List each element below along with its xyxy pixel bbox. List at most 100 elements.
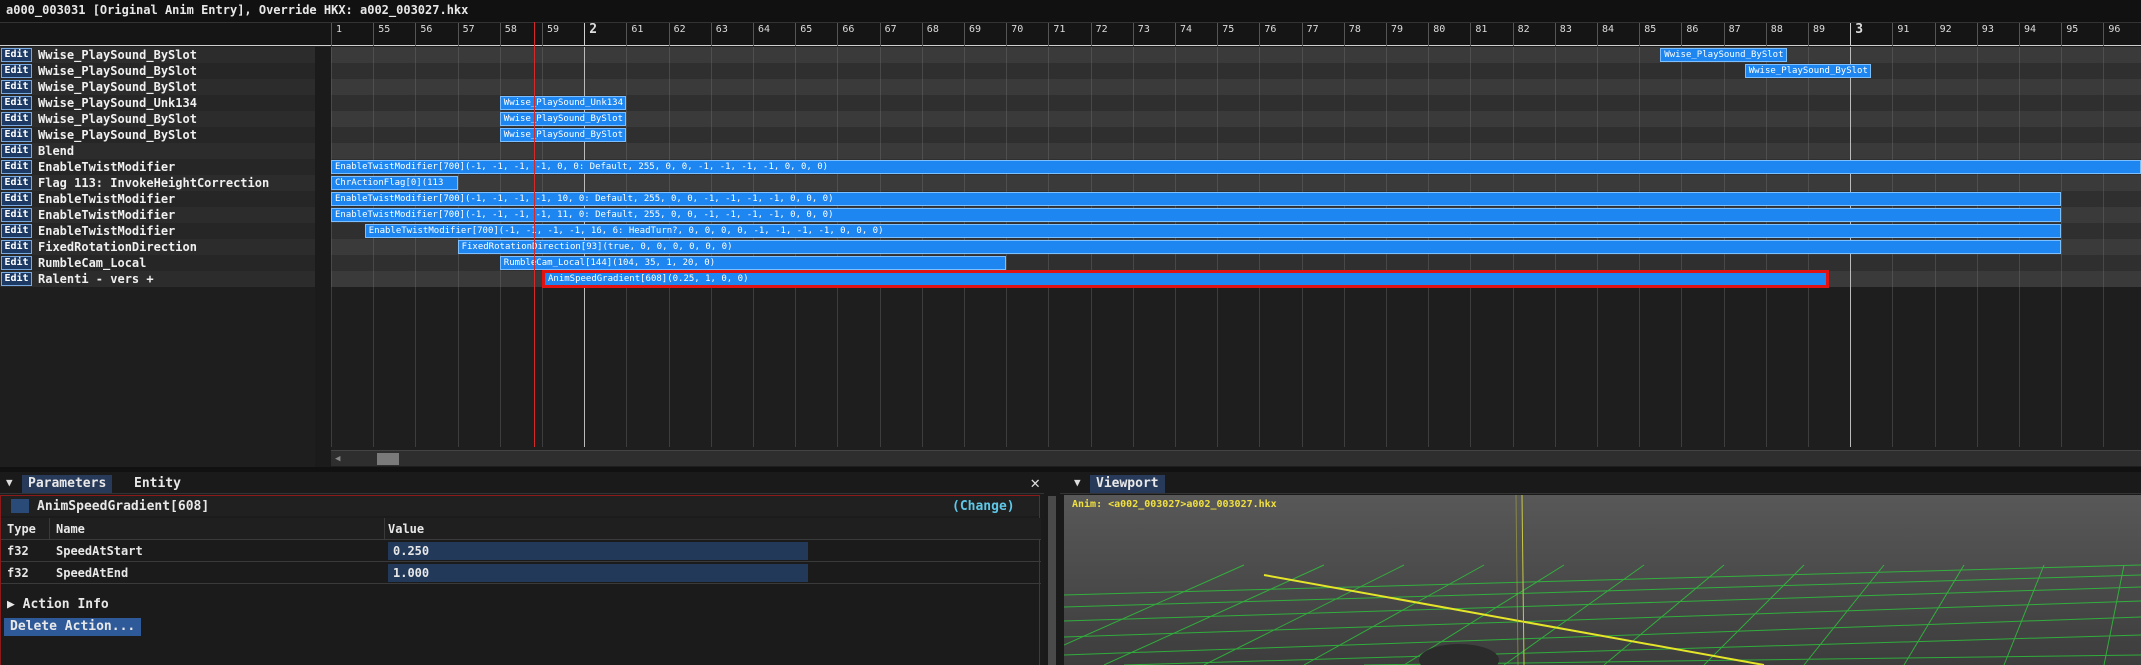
edit-track-button[interactable]: Edit	[1, 112, 32, 126]
viewport-3d-canvas[interactable]: Anim: <a002_003027>a002_003027.hkx	[1064, 495, 2141, 665]
window-title: a000_003031 [Original Anim Entry], Overr…	[0, 0, 2141, 22]
panel-vertical-scrollbar[interactable]	[1044, 472, 1060, 665]
timeline-event[interactable]: FixedRotationDirection[93](true, 0, 0, 0…	[457, 240, 2062, 254]
change-action-link[interactable]: (Change)	[952, 499, 1015, 514]
playhead[interactable]	[534, 22, 535, 447]
track-label: Wwise_PlaySound_Unk134	[38, 96, 197, 110]
timeline-horizontal-scrollbar[interactable]: ◀	[331, 450, 2141, 466]
track-label: EnableTwistModifier	[38, 224, 176, 238]
edit-track-button[interactable]: Edit	[1, 256, 32, 270]
ruler-tick: 76	[1259, 23, 1276, 46]
track-label: EnableTwistModifier	[38, 208, 176, 222]
track-lane[interactable]	[331, 47, 2141, 63]
ruler-tick: 61	[626, 23, 643, 46]
edit-track-button[interactable]: Edit	[1, 64, 32, 78]
ruler-tick: 86	[1681, 23, 1698, 46]
ruler-tick: 63	[710, 23, 728, 46]
param-name: SpeedAtEnd	[56, 566, 129, 580]
parameters-tabbar: ▼ Parameters Entity ✕	[0, 472, 1044, 494]
parameter-row: f32 SpeedAtStart 0.250	[1, 540, 1041, 562]
track-label: Wwise_PlaySound_BySlot	[38, 80, 197, 94]
viewport-panel: ▼ Viewport Anim: <a002_003027>a002_00302…	[1060, 472, 2141, 665]
collapse-triangle-icon[interactable]: ▼	[1074, 476, 1081, 489]
timeline-event[interactable]: Wwise_PlaySound_BySlot	[1660, 48, 1787, 62]
timeline-event[interactable]: EnableTwistModifier[700](-1, -1, -1, -1,…	[331, 208, 2062, 222]
ruler-tick: 2	[584, 23, 597, 46]
timeline-event[interactable]: Wwise_PlaySound_BySlot	[499, 112, 627, 126]
edit-track-button[interactable]: Edit	[1, 48, 32, 62]
scroll-thumb[interactable]	[1048, 496, 1056, 665]
column-header-value: Value	[388, 522, 425, 536]
param-value-input[interactable]: 0.250	[388, 542, 808, 560]
edit-track-button[interactable]: Edit	[1, 192, 32, 206]
edit-track-button[interactable]: Edit	[1, 224, 32, 238]
timeline-event[interactable]: ChrActionFlag[0](113	[331, 176, 458, 190]
timeline-event[interactable]: Wwise_PlaySound_Unk134	[499, 96, 627, 110]
ruler-tick: 96	[2103, 23, 2120, 46]
ruler-tick: 80	[1428, 23, 1445, 46]
ruler-tick: 72	[1090, 23, 1108, 46]
ruler-tick: 70	[1006, 23, 1023, 46]
app-window: { "window": {"title": "a000_003031 [Orig…	[0, 0, 2141, 665]
ruler-tick: 68	[921, 23, 939, 46]
action-info-expander[interactable]: ▶ Action Info	[7, 597, 109, 612]
ruler-tick: 93	[1976, 23, 1994, 46]
ruler-tick: 82	[1512, 23, 1530, 46]
ruler-tick: 55	[373, 23, 390, 46]
ruler-tick: 57	[457, 23, 475, 46]
param-name: SpeedAtStart	[56, 544, 143, 558]
edit-track-button[interactable]: Edit	[1, 208, 32, 222]
ruler-tick: 94	[2019, 23, 2036, 46]
ruler-tick: 58	[499, 23, 517, 46]
scroll-thumb[interactable]	[377, 453, 399, 465]
ruler-tick: 88	[1765, 23, 1783, 46]
action-name: AnimSpeedGradient[608]	[37, 499, 210, 514]
selected-timeline-event[interactable]: AnimSpeedGradient[608](0.25, 1, 0, 0)	[542, 270, 1830, 288]
edit-track-button[interactable]: Edit	[1, 176, 32, 190]
timeline-event[interactable]: EnableTwistModifier[700](-1, -1, -1, -1,…	[331, 192, 2062, 206]
timeline-event[interactable]: Wwise_PlaySound_BySlot	[1744, 64, 1872, 78]
tab-viewport[interactable]: Viewport	[1090, 475, 1165, 493]
delete-action-button[interactable]: Delete Action...	[4, 618, 142, 636]
track-lane[interactable]	[331, 143, 2141, 159]
timeline-event[interactable]: RumbleCam_Local[144](104, 35, 1, 20, 0)	[499, 256, 1007, 270]
edit-track-button[interactable]: Edit	[1, 272, 32, 286]
column-header-type: Type	[7, 522, 36, 536]
ruler-tick: 64	[753, 23, 770, 46]
edit-track-button[interactable]: Edit	[1, 80, 32, 94]
anim-label: Anim: <a002_003027>a002_003027.hkx	[1072, 499, 1277, 510]
param-value-input[interactable]: 1.000	[388, 564, 808, 582]
edit-track-button[interactable]: Edit	[1, 160, 32, 174]
edit-track-button[interactable]: Edit	[1, 240, 32, 254]
edit-track-button[interactable]: Edit	[1, 96, 32, 110]
ruler-tick: 74	[1175, 23, 1192, 46]
column-divider[interactable]	[49, 518, 50, 540]
track-label: EnableTwistModifier	[38, 192, 176, 206]
timeline-event[interactable]: Wwise_PlaySound_BySlot	[499, 128, 627, 142]
param-type: f32	[7, 566, 29, 580]
edit-track-button[interactable]: Edit	[1, 128, 32, 142]
ruler-tick: 71	[1048, 23, 1065, 46]
ruler-tick: 92	[1934, 23, 1952, 46]
track-lane[interactable]	[331, 175, 2141, 191]
ruler-tick: 56	[415, 23, 432, 46]
track-label: RumbleCam_Local	[38, 256, 147, 270]
ruler-tick: 83	[1554, 23, 1572, 46]
ruler-tick: 65	[795, 23, 812, 46]
column-divider[interactable]	[384, 518, 385, 540]
timeline-event[interactable]: EnableTwistModifier[700](-1, -1, -1, -1,…	[364, 224, 2062, 238]
ruler-tick: 79	[1386, 23, 1403, 46]
track-label: Wwise_PlaySound_BySlot	[38, 112, 197, 126]
timeline-event[interactable]: EnableTwistModifier[700](-1, -1, -1, -1,…	[331, 160, 2141, 174]
tab-entity[interactable]: Entity	[128, 475, 187, 493]
action-color-swatch	[11, 499, 29, 513]
edit-track-button[interactable]: Edit	[1, 144, 32, 158]
ruler-tick: 62	[668, 23, 686, 46]
close-icon[interactable]: ✕	[1030, 473, 1040, 492]
tab-parameters[interactable]: Parameters	[22, 475, 113, 493]
scroll-left-arrow-icon[interactable]: ◀	[335, 454, 340, 464]
track-label-splitter[interactable]	[315, 47, 331, 467]
track-lane[interactable]	[331, 79, 2141, 95]
collapse-triangle-icon[interactable]: ▼	[6, 476, 13, 489]
timeline-ruler[interactable]: 1 55 56 57 58 59 2 61 62 63 64 65 66 67 68 69 70 71 72 73 74…	[0, 22, 2141, 46]
